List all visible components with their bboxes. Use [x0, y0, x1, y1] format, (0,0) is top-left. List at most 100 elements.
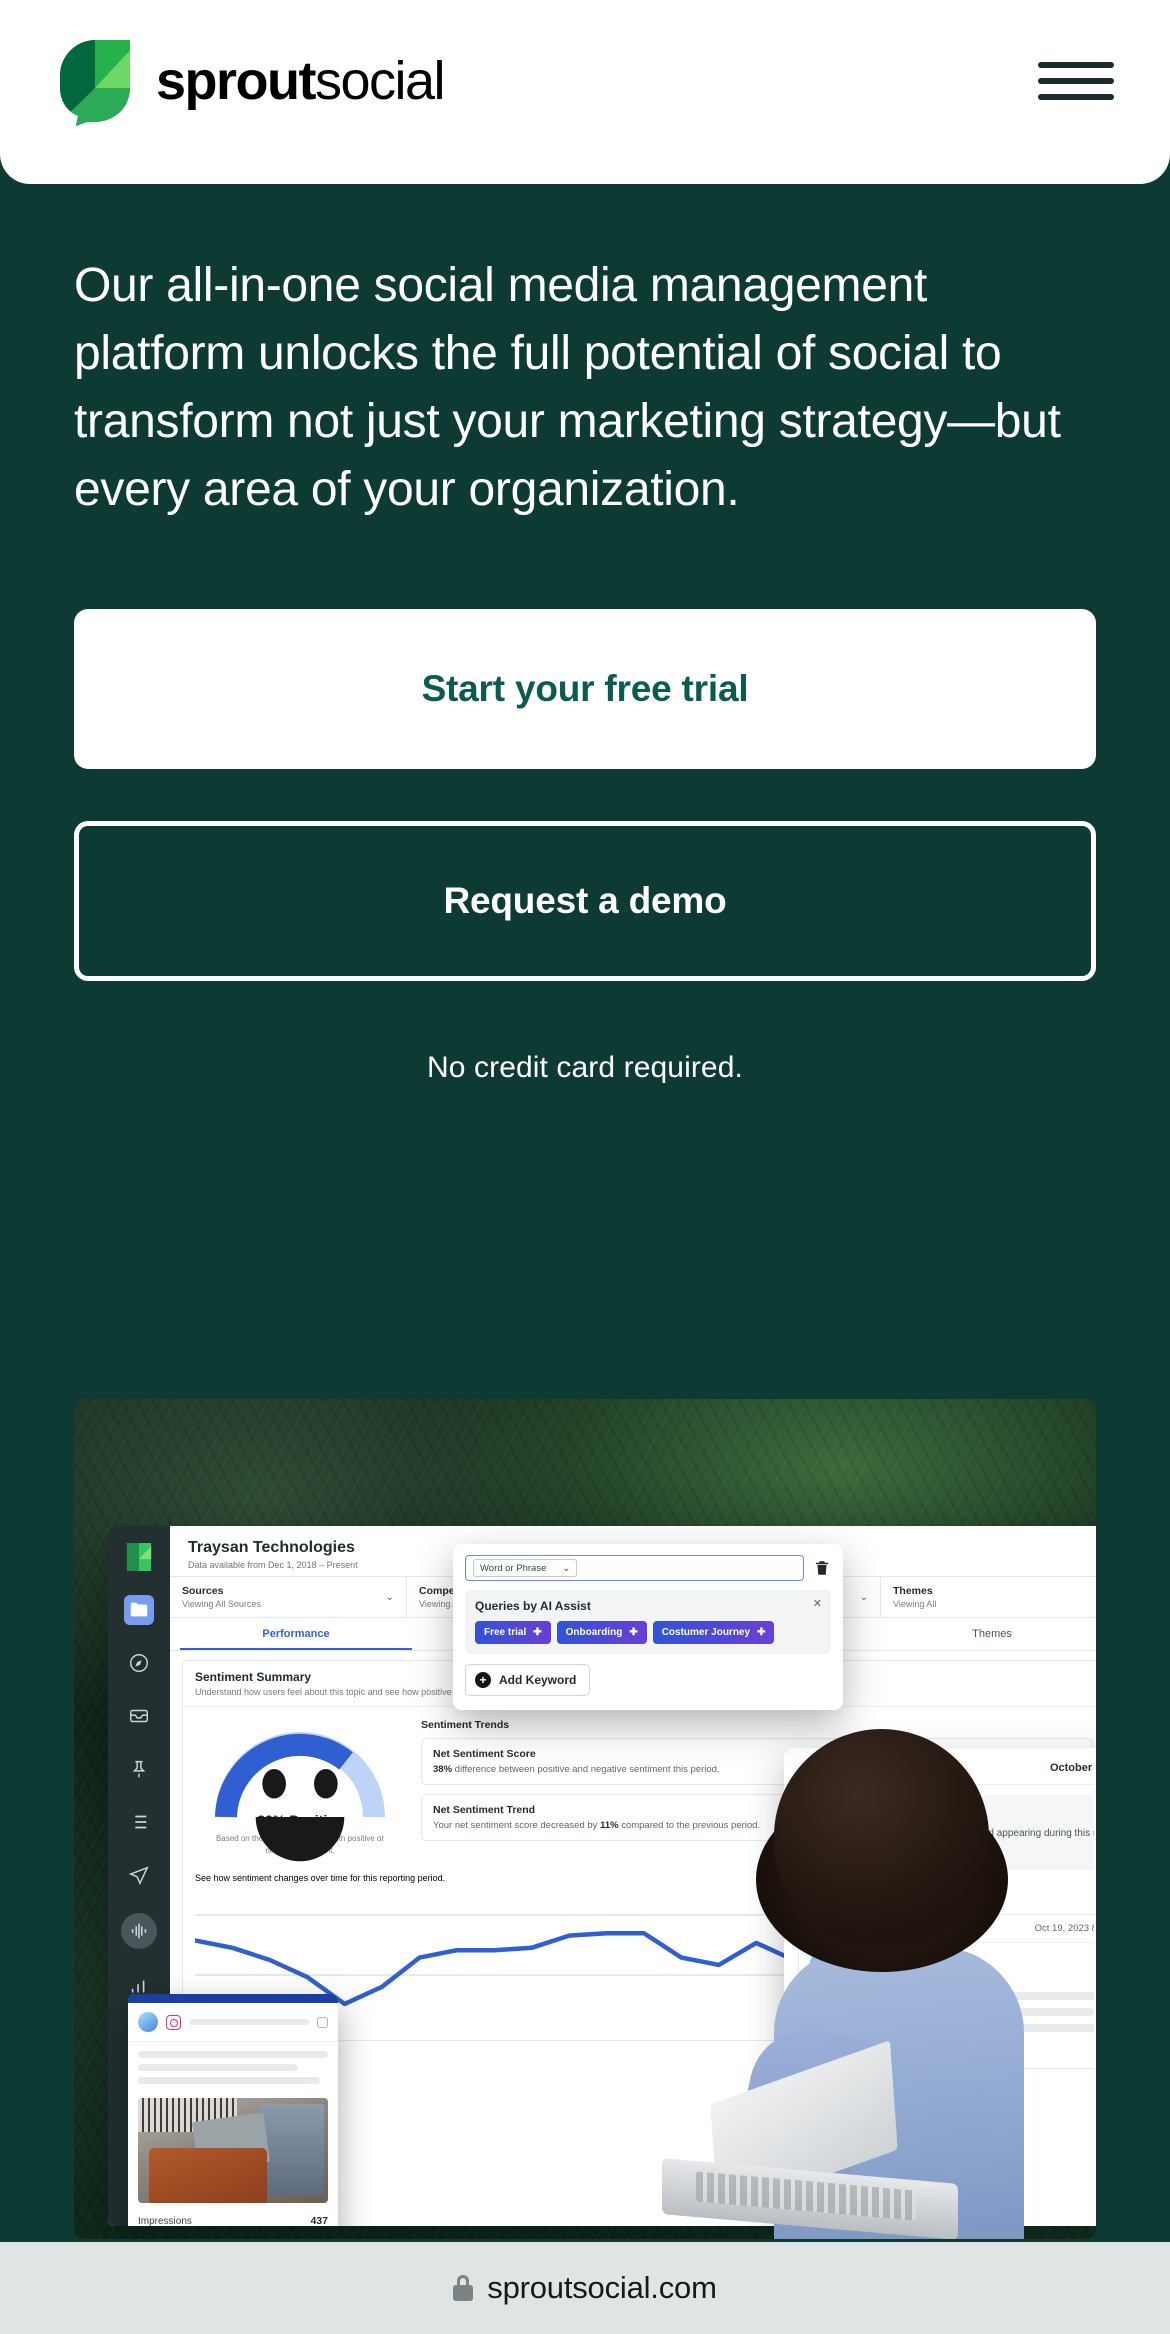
- query-chips: Free trial ✚ Onboarding ✚ Costumer Journey…: [475, 1621, 821, 1644]
- brand-logo[interactable]: sproutsocial: [56, 36, 446, 126]
- spike-alert-title-row: Spike Alert Summary i: [809, 1805, 1096, 1817]
- ai-assist-popover: Word or Phrase ⌄ Queries by AI Assist ✕ …: [453, 1544, 843, 1710]
- card-body: difference between positive and negative…: [452, 1764, 720, 1775]
- queries-title: Queries by AI Assist: [475, 1599, 591, 1613]
- post-image: [138, 2098, 328, 2203]
- query-chip[interactable]: Onboarding ✚: [556, 1621, 647, 1644]
- twitter-icon: [836, 1957, 848, 1969]
- filter-value: Viewing All Sources: [182, 1599, 261, 1609]
- chip-label: Free trial: [484, 1627, 527, 1638]
- message-label: Message: [810, 1923, 849, 1934]
- info-icon[interactable]: i: [925, 1805, 937, 1817]
- message-timestamp: Oct 19, 2023 8:23 am: [1034, 1923, 1096, 1934]
- message-card-body: Minnie Watkins 100k + @minniemakes: [799, 1943, 1096, 2068]
- brand-wordmark: sproutsocial: [156, 51, 446, 111]
- url-text: sproutsocial.com: [487, 2270, 717, 2305]
- filter-themes[interactable]: Themes Viewing All ⌄: [881, 1577, 1096, 1617]
- message-panel-date: October 19, 2023: [1049, 1762, 1096, 1774]
- skeleton-line: [810, 1992, 1096, 2000]
- add-keyword-label: Add Keyword: [499, 1673, 577, 1687]
- stat-value: 437: [310, 2215, 328, 2226]
- card-accent-bar: [128, 1994, 338, 2003]
- follower-badge: 100k +: [941, 1956, 978, 1969]
- query-chip[interactable]: Costumer Journey ✚: [652, 1621, 775, 1644]
- chevron-down-icon: ⌄: [859, 1591, 868, 1603]
- filter-value: Viewing All: [893, 1599, 937, 1609]
- sidebar-item-pin[interactable]: [124, 1754, 154, 1784]
- potential-impressions-select[interactable]: Potential Impressions ⌄: [798, 1881, 927, 1904]
- filter-label: Sources: [182, 1585, 224, 1597]
- card-highlight: 11%: [600, 1820, 619, 1831]
- sidebar-item-inbox[interactable]: [124, 1701, 154, 1731]
- plus-icon: ✚: [757, 1627, 766, 1638]
- card-body: compared to the previous period.: [618, 1820, 761, 1831]
- message-author: Minnie Watkins 100k +: [810, 1953, 1096, 1972]
- instagram-preview-card: Impressions 437 Reach 12 Engagements 83: [128, 1994, 338, 2226]
- checkbox-icon[interactable]: [317, 2016, 328, 2028]
- sidebar-item-listening[interactable]: [121, 1913, 157, 1949]
- spike-alert-summary: Spike Alert Summary i Spike Alert detect…: [798, 1795, 1096, 1870]
- query-chip[interactable]: Free trial ✚: [475, 1621, 551, 1644]
- start-free-trial-button[interactable]: Start your free trial: [74, 608, 1096, 769]
- browser-url-bar[interactable]: sproutsocial.com: [0, 2242, 1170, 2334]
- word-phrase-select-wrapper[interactable]: Word or Phrase ⌄: [465, 1555, 804, 1581]
- add-keyword-button[interactable]: + Add Keyword: [465, 1664, 591, 1696]
- chevron-down-icon: ⌄: [908, 1887, 917, 1898]
- sentiment-trends-title: Sentiment Trends: [421, 1719, 510, 1731]
- skeleton-line: [138, 2077, 321, 2084]
- trash-icon[interactable]: [813, 1559, 831, 1577]
- chip-label: Onboarding: [565, 1627, 623, 1638]
- spike-alert-text: Spike Alert detected at 8AM. Top keyword…: [809, 1825, 1096, 1860]
- skeleton-line: [138, 2051, 328, 2058]
- stat-label: Impressions: [138, 2215, 192, 2227]
- instagram-card-header: [128, 2003, 338, 2042]
- cta-group: Start your free trial Request a demo No …: [74, 608, 1096, 1085]
- sidebar-item-send[interactable]: [124, 1860, 154, 1890]
- sidebar-item-folder[interactable]: [124, 1595, 154, 1625]
- sprout-leaf-icon: [124, 1542, 154, 1572]
- sidebar-item-list[interactable]: [124, 1807, 154, 1837]
- popover-top-row: Word or Phrase ⌄: [465, 1555, 831, 1581]
- skeleton-line: [138, 2064, 298, 2071]
- image-bag: [149, 2148, 268, 2203]
- dashboard-window: Traysan Technologies Data available from…: [108, 1526, 1096, 2226]
- lock-icon: [453, 2275, 474, 2301]
- tab-performance[interactable]: Performance: [180, 1618, 412, 1650]
- hamburger-bar-3: [1038, 94, 1114, 100]
- close-icon[interactable]: ✕: [813, 1597, 822, 1610]
- message-panel-header: October 19, 2023: [784, 1748, 1096, 1785]
- author-name: Minnie Watkins: [855, 1956, 935, 1969]
- hero-section: Our all-in-one social media management p…: [0, 184, 1170, 1085]
- plus-circle-icon: +: [475, 1672, 491, 1688]
- avatar: [810, 1953, 829, 1972]
- hamburger-menu-icon[interactable]: [1038, 54, 1114, 108]
- request-demo-button[interactable]: Request a demo: [74, 820, 1096, 981]
- spike-text-pre: Spike Alert detected at 8AM. Top keyword…: [809, 1828, 1096, 1839]
- skeleton-dot: [810, 2040, 824, 2054]
- instagram-card-text: [128, 2042, 338, 2096]
- sidebar-item-compass[interactable]: [124, 1648, 154, 1678]
- card-highlight: 38%: [433, 1764, 453, 1775]
- word-phrase-select[interactable]: Word or Phrase ⌄: [473, 1559, 578, 1577]
- stat-row: Impressions 437: [138, 2209, 328, 2226]
- hamburger-bar-2: [1038, 78, 1114, 84]
- sprout-leaf-icon: [56, 36, 134, 126]
- word-phrase-value: Word or Phrase: [480, 1562, 547, 1574]
- spike-alert-title: Spike Alert Summary: [809, 1805, 920, 1817]
- plus-icon: ✚: [629, 1627, 638, 1638]
- tab-themes[interactable]: Themes: [876, 1618, 1096, 1650]
- sentiment-gauge: 82% Positive Based on the 56% of message…: [195, 1719, 405, 1862]
- skeleton-line: [810, 2008, 1095, 2016]
- spike-keyword: App Update: [809, 1845, 866, 1857]
- chip-label: Costumer Journey: [661, 1627, 751, 1638]
- filter-sources[interactable]: Sources Viewing All Sources ⌄: [170, 1577, 407, 1617]
- page-title: Our all-in-one social media management p…: [74, 259, 1061, 517]
- brand-name-bold: sprout: [156, 51, 317, 111]
- queries-box: Queries by AI Assist ✕ Free trial ✚ Onboa…: [465, 1590, 831, 1654]
- message-card: Message Oct 19, 2023 8:23 am Minnie Watk…: [798, 1914, 1096, 2069]
- image-person: [259, 2104, 325, 2195]
- product-screenshot: Traysan Technologies Data available from…: [74, 1399, 1096, 2239]
- no-credit-card-note: No credit card required.: [427, 1050, 743, 1084]
- avatar: [138, 2012, 158, 2032]
- plus-icon: ✚: [533, 1627, 542, 1638]
